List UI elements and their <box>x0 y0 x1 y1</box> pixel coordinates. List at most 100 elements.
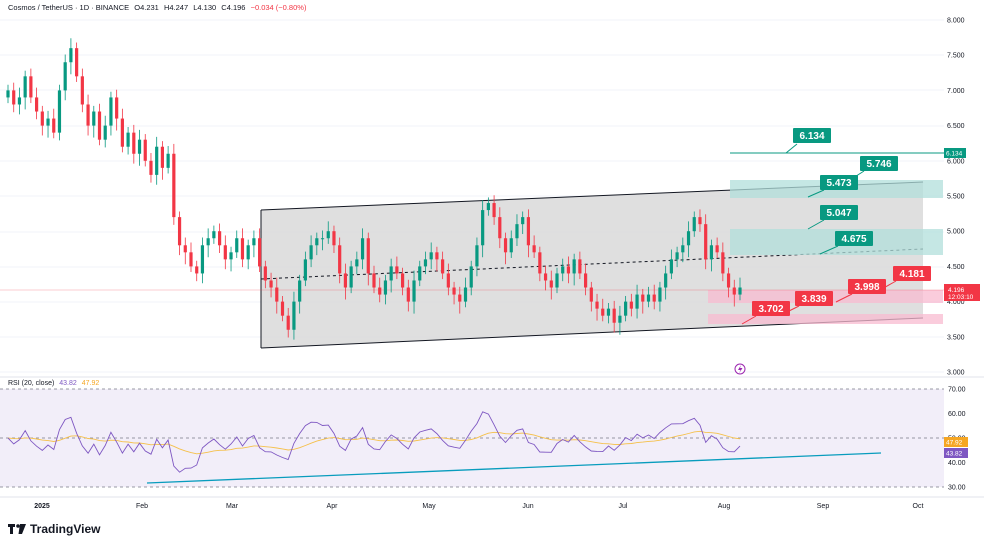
change-value: −0.034 (−0.80%) <box>250 3 307 12</box>
symbol-title[interactable]: Cosmos / TetherUS · 1D · BINANCE <box>8 3 129 12</box>
candle-body <box>75 48 79 77</box>
candle-body <box>229 252 233 260</box>
candle-body <box>601 308 605 316</box>
candle-body <box>418 266 422 281</box>
candle-body <box>80 76 84 105</box>
candle-body <box>475 245 479 267</box>
candle-body <box>721 252 725 274</box>
candle-body <box>675 252 679 260</box>
candle-body <box>332 231 336 246</box>
candle-body <box>120 118 124 147</box>
candle-body <box>326 231 330 239</box>
tradingview-logo-icon <box>8 524 26 534</box>
candle-body <box>235 238 239 253</box>
candle-body <box>538 252 542 274</box>
candle-body <box>555 273 559 288</box>
candle-body <box>6 90 10 98</box>
level-tag-label: 3.998 <box>854 282 879 293</box>
candle-body <box>543 273 548 281</box>
candle-body <box>389 266 393 281</box>
candle-body <box>578 259 582 274</box>
price-tick-4: 6.000 <box>947 158 965 165</box>
price-tick-9: 3.500 <box>947 334 965 341</box>
candle-body <box>115 97 119 119</box>
candle-body <box>212 231 216 239</box>
candle-body <box>69 48 73 63</box>
candle-body <box>423 259 428 267</box>
candle-body <box>458 294 462 302</box>
candle-body <box>521 217 525 225</box>
candle-body <box>549 280 553 288</box>
candle-body <box>429 252 433 260</box>
candle-body <box>200 245 205 274</box>
time-tick-2: Mar <box>226 503 239 510</box>
svg-text:4.196: 4.196 <box>948 287 965 294</box>
tradingview-logo-text: TradingView <box>30 522 101 536</box>
time-tick-3: Apr <box>327 503 339 510</box>
candle-body <box>435 252 439 260</box>
candle-body <box>97 111 102 140</box>
rsi-value-badge: 43.82 <box>944 448 968 458</box>
rsi-tick-0: 70.00 <box>948 387 966 394</box>
candle-body <box>618 315 622 323</box>
candle-body <box>595 301 599 309</box>
candle-body <box>652 294 656 302</box>
candle-body <box>315 238 319 246</box>
time-axis[interactable]: 2025 Feb Mar Apr May Jun Jul Aug Sep Oct <box>34 503 923 510</box>
price-tick-6: 5.000 <box>947 229 965 236</box>
tradingview-logo[interactable]: TradingView <box>8 521 100 537</box>
candle-body <box>561 266 565 274</box>
candle-body <box>286 315 290 330</box>
open-value: O4.231 <box>134 3 159 12</box>
rsi-label[interactable]: RSI (20, close) <box>8 380 54 387</box>
candle-body <box>360 238 365 260</box>
price-tick-10: 3.000 <box>947 370 965 377</box>
candle-body <box>12 90 16 105</box>
price-tick-3: 6.500 <box>947 123 965 130</box>
candle-body <box>343 273 348 288</box>
candle-body <box>126 132 130 147</box>
candle-body <box>709 245 714 260</box>
tag-pointer <box>785 143 798 154</box>
candle-body <box>726 273 731 288</box>
price-chart[interactable]: 6.134 5.746 5.473 5.047 4.675 4.181 3.998 3.839… <box>0 0 984 544</box>
flash-icon[interactable] <box>734 363 746 375</box>
zone-red-lower[interactable] <box>708 314 943 324</box>
candle-body <box>686 231 691 246</box>
low-value: L4.130 <box>193 3 217 12</box>
candle-body <box>217 231 222 246</box>
candle-body <box>715 245 719 253</box>
candle-body <box>223 245 227 260</box>
candle-body <box>206 238 210 246</box>
candle-body <box>669 259 673 274</box>
candle-body <box>469 266 473 288</box>
candle-body <box>566 266 571 274</box>
candle-body <box>149 160 153 175</box>
candle-body <box>166 153 170 168</box>
candle-body <box>103 125 107 140</box>
candle-body <box>40 111 44 126</box>
time-tick-1: Feb <box>136 503 148 510</box>
rsi-tick-1: 60.00 <box>948 411 966 418</box>
candle-body <box>23 76 27 98</box>
candle-body <box>378 287 382 295</box>
candle-body <box>109 97 113 126</box>
candle-body <box>309 245 313 260</box>
candle-body <box>320 238 325 240</box>
candle-body <box>732 287 736 295</box>
candle-body <box>463 287 468 302</box>
svg-text:12:03:10: 12:03:10 <box>948 294 974 301</box>
level-tag-label: 3.702 <box>758 304 783 315</box>
candle-body <box>183 245 187 253</box>
candle-body <box>143 139 147 161</box>
candle-body <box>92 111 96 126</box>
time-tick-5: Jun <box>522 503 533 510</box>
candle-body <box>412 280 416 302</box>
candle-body <box>280 301 285 316</box>
svg-text:47.92: 47.92 <box>946 440 963 447</box>
candle-body <box>155 146 159 175</box>
rsi-header: RSI (20, close) 43.82 47.92 <box>8 380 99 387</box>
candle-body <box>46 118 50 126</box>
price-axis[interactable]: 8.000 7.500 7.000 6.500 6.000 5.500 5.000 4.500… <box>947 18 965 377</box>
price-tick-5: 5.500 <box>947 194 965 201</box>
